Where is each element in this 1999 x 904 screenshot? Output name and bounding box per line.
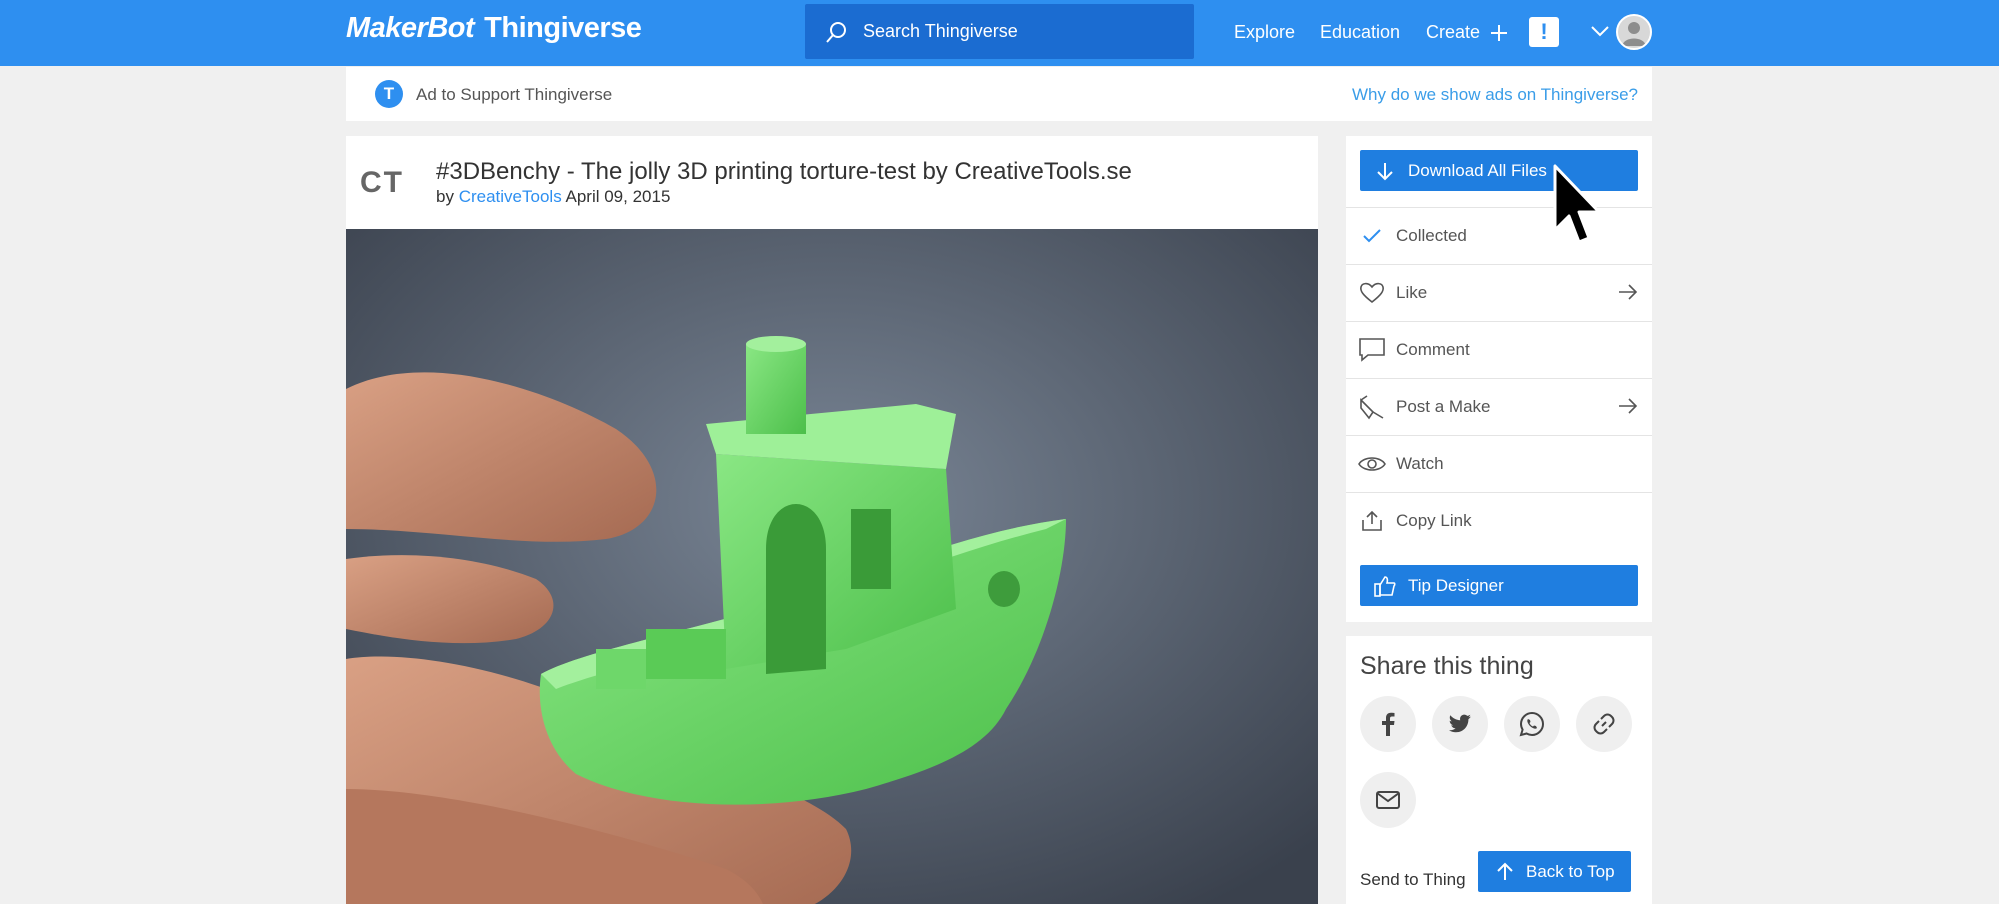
back-to-top-button[interactable]: Back to Top [1478, 851, 1631, 892]
tip-designer-button[interactable]: Tip Designer [1360, 565, 1638, 606]
publish-date: April 09, 2015 [565, 187, 671, 206]
watch-action[interactable]: Watch [1346, 435, 1652, 492]
thing-card: CT #3DBenchy - The jolly 3D printing tor… [346, 136, 1318, 904]
arrow-down-icon [1377, 162, 1393, 180]
nav-create[interactable]: Create [1426, 22, 1508, 43]
comment-icon [1358, 336, 1386, 364]
mouse-pointer-icon [1553, 164, 1601, 244]
logo-makerbot: MakerBot [346, 12, 475, 44]
thing-main-image[interactable] [346, 229, 1318, 904]
email-icon [1376, 791, 1400, 809]
copy-link-action[interactable]: Copy Link [1346, 492, 1652, 549]
eye-icon [1358, 450, 1386, 478]
send-to-thing-label[interactable]: Send to Thing [1360, 870, 1466, 890]
thing-title: #3DBenchy - The jolly 3D printing tortur… [436, 158, 1132, 185]
share-panel: Share this thing Send to Thing Back to T… [1346, 636, 1652, 904]
arrow-up-icon [1497, 862, 1513, 880]
like-action[interactable]: Like [1346, 264, 1652, 321]
share-whatsapp-button[interactable] [1504, 696, 1560, 752]
post-make-label: Post a Make [1396, 397, 1491, 416]
ad-text: Ad to Support Thingiverse [416, 85, 613, 104]
notifications-button[interactable]: ! [1529, 17, 1559, 47]
twitter-icon [1449, 714, 1471, 733]
chevron-down-icon[interactable] [1590, 24, 1610, 38]
comment-action[interactable]: Comment [1346, 321, 1652, 378]
site-logo[interactable]: MakerBot Thingiverse [346, 12, 642, 45]
ad-banner: T Ad to Support Thingiverse Why do we sh… [346, 67, 1652, 121]
arrow-right-icon[interactable] [1618, 397, 1638, 415]
author-link[interactable]: CreativeTools [459, 187, 562, 206]
whatsapp-icon [1519, 711, 1545, 737]
download-label: Download All Files [1408, 160, 1547, 180]
post-make-action[interactable]: Post a Make [1346, 378, 1652, 435]
check-icon [1358, 222, 1386, 250]
share-upload-icon [1358, 507, 1386, 535]
facebook-icon [1382, 712, 1395, 736]
share-email-button[interactable] [1360, 772, 1416, 828]
by-label: by [436, 187, 454, 206]
like-label: Like [1396, 283, 1428, 302]
make-icon [1358, 393, 1386, 421]
thumbs-up-icon [1374, 575, 1396, 597]
nav-education[interactable]: Education [1320, 22, 1400, 43]
comment-label: Comment [1396, 340, 1470, 359]
share-title: Share this thing [1360, 652, 1534, 680]
share-link-button[interactable] [1576, 696, 1632, 752]
user-avatar[interactable] [1616, 14, 1652, 50]
search-icon [826, 21, 846, 43]
plus-icon [1491, 24, 1508, 41]
search-input[interactable] [863, 21, 1183, 42]
tip-designer-label: Tip Designer [1408, 575, 1504, 595]
copy-link-label: Copy Link [1396, 511, 1472, 530]
nav-create-label: Create [1426, 22, 1481, 42]
search-bar[interactable] [805, 4, 1194, 59]
benchy-photo [346, 229, 1318, 904]
watch-label: Watch [1396, 454, 1444, 473]
user-icon [1622, 22, 1646, 46]
heart-icon [1358, 279, 1386, 307]
logo-thingiverse: Thingiverse [484, 12, 642, 44]
back-to-top-label: Back to Top [1526, 861, 1615, 881]
link-icon [1593, 713, 1615, 735]
nav-explore[interactable]: Explore [1234, 22, 1295, 43]
share-facebook-button[interactable] [1360, 696, 1416, 752]
creator-logo[interactable]: CT [360, 166, 404, 200]
top-navigation-bar: MakerBot Thingiverse Explore Education Cr… [0, 0, 1999, 66]
arrow-right-icon[interactable] [1618, 283, 1638, 301]
thing-byline: by CreativeTools April 09, 2015 [436, 187, 670, 207]
thingiverse-badge-icon: T [375, 80, 403, 108]
why-ads-link[interactable]: Why do we show ads on Thingiverse? [1352, 85, 1638, 105]
share-twitter-button[interactable] [1432, 696, 1488, 752]
collected-label: Collected [1396, 226, 1467, 245]
